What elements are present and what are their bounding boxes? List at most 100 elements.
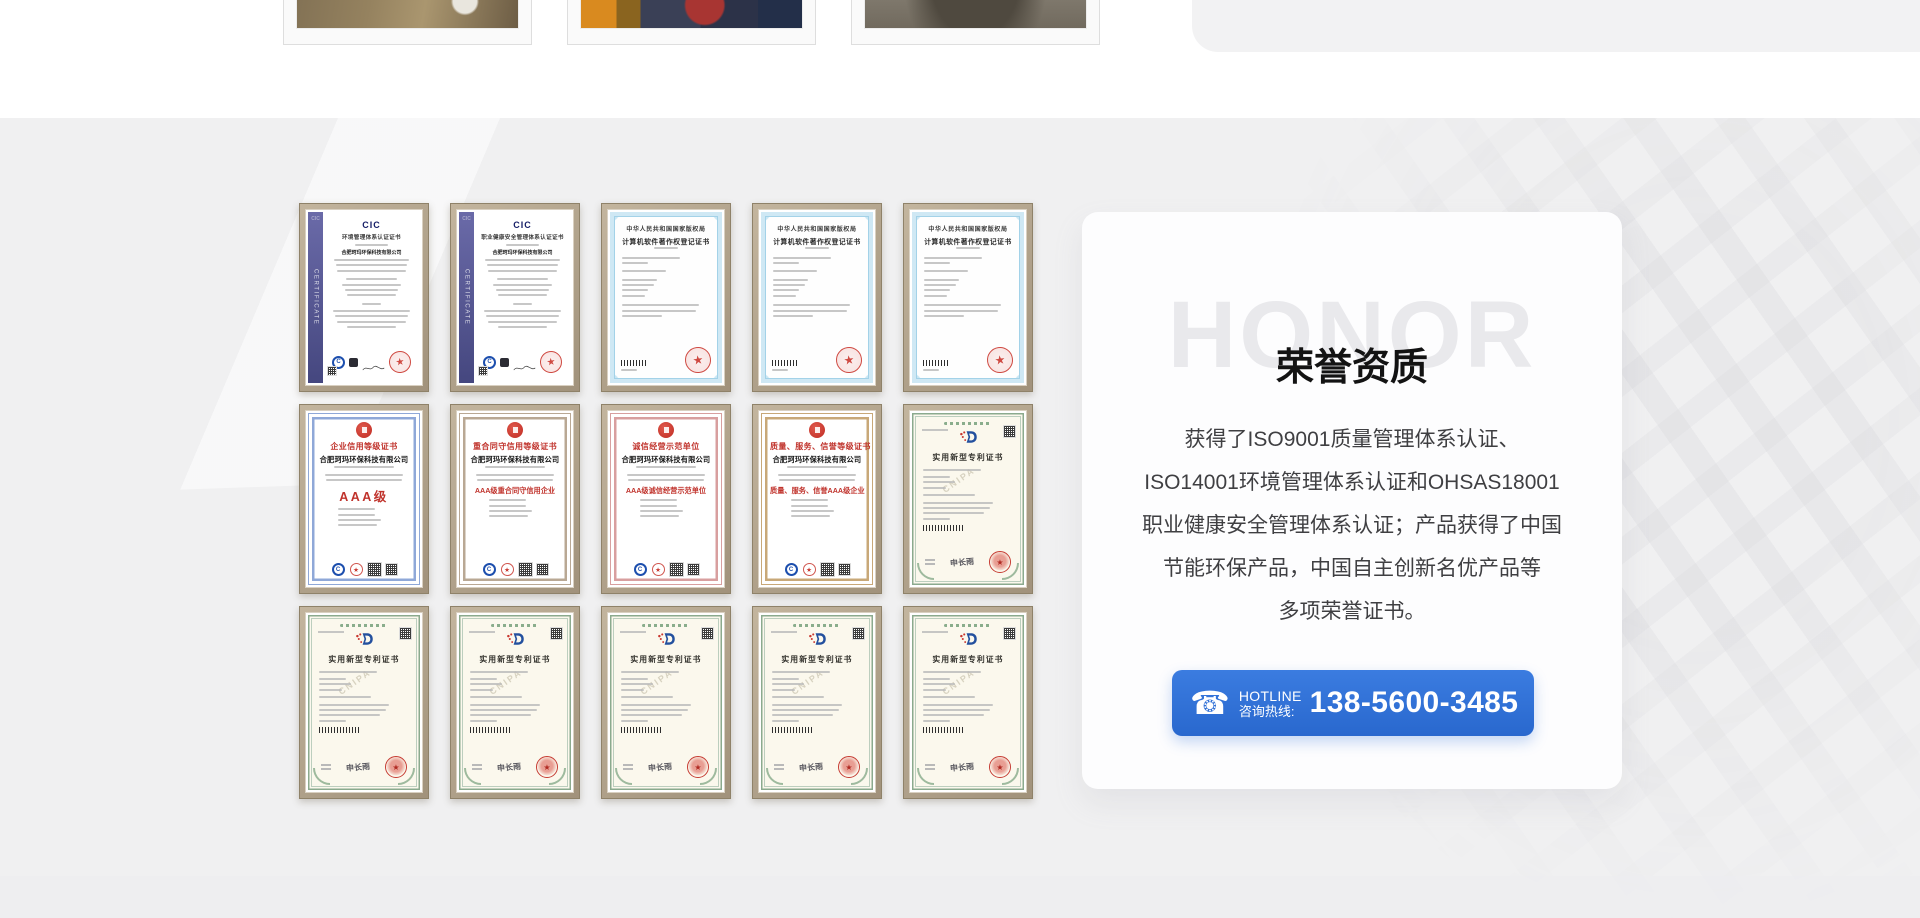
barcode-icon	[923, 360, 949, 366]
certificate-title: 企业信用等级证书	[317, 441, 411, 452]
text-placeholder-line	[772, 714, 833, 716]
certificate-card-patent[interactable]: 实用新型专利证书CNIPA申长雨★	[903, 404, 1033, 594]
certificate-mat: 中华人民共和国国家版权局计算机软件著作权登记证书★	[607, 209, 725, 386]
red-stamp-icon: ★	[350, 563, 363, 576]
text-placeholder-line	[791, 515, 830, 517]
spacer	[621, 693, 711, 695]
text-placeholder-line	[923, 689, 946, 691]
red-round-seal-icon	[809, 422, 825, 438]
background-card	[1192, 0, 1920, 52]
qr-code-icon	[1004, 426, 1015, 437]
spacer	[773, 299, 861, 303]
text-placeholder-line	[355, 244, 388, 246]
certificate-mat: 实用新型专利证书CNIPA申长雨★	[607, 612, 725, 793]
certificate-card-cic[interactable]: CERTIFICATECIC职业健康安全管理体系认证证书合肥珂玛环保科技有限公司…	[450, 203, 580, 392]
qr-code-icon	[821, 563, 834, 576]
grade-text: AAA级	[317, 486, 411, 505]
grade-text: 质量、服务、信誉AAA级企业	[770, 486, 864, 496]
certificate-card-credit[interactable]: 质量、服务、信誉等级证书合肥珂玛环保科技有限公司质量、服务、信誉AAA级企业C★	[752, 404, 882, 594]
text-placeholder-line	[622, 315, 662, 317]
text-placeholder-line	[772, 369, 788, 371]
text-placeholder-line	[470, 689, 493, 691]
national-emblem-seal-icon: ★	[838, 756, 860, 778]
red-stamp-icon: ★	[803, 563, 816, 576]
text-placeholder-line	[622, 257, 680, 259]
certificate-side-band: CERTIFICATE	[459, 212, 474, 383]
top-gallery	[0, 0, 1920, 118]
issuing-authority: 中华人民共和国国家版权局	[920, 224, 1016, 233]
honor-description-line: 多项荣誉证书。	[1110, 590, 1594, 633]
text-placeholder-line	[347, 294, 395, 296]
barcode-icon	[319, 727, 359, 733]
certificate-card-copyright[interactable]: 中华人民共和国国家版权局计算机软件著作权登记证书★	[752, 203, 882, 392]
text-placeholder-line	[346, 278, 397, 280]
text-placeholder-line	[772, 696, 824, 698]
gallery-photo-card[interactable]	[567, 0, 816, 45]
qr-code-icon	[400, 628, 411, 639]
cnipa-logo-icon	[959, 430, 978, 449]
text-placeholder-line	[622, 279, 657, 281]
certificate-card-patent[interactable]: 实用新型专利证书CNIPA申长雨★	[752, 606, 882, 799]
certificate-card-credit[interactable]: 企业信用等级证书合肥珂玛环保科技有限公司AAA级C★	[299, 404, 429, 594]
certificate-card-credit[interactable]: 重合同守信用等级证书合肥珂玛环保科技有限公司AAA级重合同守信用企业C★	[450, 404, 580, 594]
text-placeholder-line	[923, 704, 993, 706]
text-placeholder-line	[319, 709, 386, 711]
certificate-title: 职业健康安全管理体系认证证书	[481, 233, 564, 241]
certificate-seal-row: C★	[770, 563, 864, 578]
gallery-photo-card[interactable]	[851, 0, 1100, 45]
certificate-card-credit[interactable]: 诚信经营示范单位合肥珂玛环保科技有限公司AAA级诚信经营示范单位C★	[601, 404, 731, 594]
barcode-icon	[772, 360, 798, 366]
text-placeholder-line	[338, 508, 376, 510]
red-round-seal-icon	[356, 422, 372, 438]
certificate-mat: 重合同守信用等级证书合肥珂玛环保科技有限公司AAA级重合同守信用企业C★	[456, 410, 574, 588]
gallery-photo-card[interactable]	[283, 0, 532, 45]
hotline-button[interactable]: ☎ HOTLINE 咨询热线: 138-5600-3485	[1172, 670, 1534, 736]
barcode-block	[923, 360, 949, 373]
text-placeholder-line	[923, 494, 975, 496]
spacer	[924, 274, 1012, 277]
text-placeholder-line	[772, 704, 842, 706]
text-placeholder-line	[470, 709, 537, 711]
text-placeholder-line	[773, 315, 813, 317]
spacer	[621, 700, 711, 702]
text-placeholder-line	[640, 515, 679, 517]
cnipa-logo-icon	[657, 632, 676, 651]
signature-row: 申长雨★	[468, 756, 562, 784]
certificate-seal-row: C★	[468, 563, 562, 578]
text-placeholder-line	[773, 295, 796, 297]
qr-code-icon	[688, 564, 699, 575]
certificate-card-cic[interactable]: CERTIFICATECIC环境管理体系认证证书合肥珂玛环保科技有限公司C★	[299, 203, 429, 392]
certificate-paper: 中华人民共和国国家版权局计算机软件著作权登记证书★	[761, 212, 873, 383]
text-placeholder-line	[924, 295, 947, 297]
cnipa-logo-icon	[808, 632, 827, 651]
text-placeholder-line	[791, 499, 829, 501]
honor-description-line: ISO14001环境管理体系认证和OHSAS18001	[1110, 461, 1594, 504]
text-placeholder-line	[772, 678, 799, 680]
certificate-mat: 质量、服务、信誉等级证书合肥珂玛环保科技有限公司质量、服务、信誉AAA级企业C★	[758, 410, 876, 588]
text-placeholder-line	[319, 714, 380, 716]
certificate-card-patent[interactable]: 实用新型专利证书CNIPA申长雨★	[450, 606, 580, 799]
certificate-card-patent[interactable]: 实用新型专利证书CNIPA申长雨★	[903, 606, 1033, 799]
text-placeholder-line	[506, 244, 539, 246]
red-stamp-icon: ★	[652, 563, 665, 576]
text-placeholder-line	[923, 512, 984, 514]
qr-code-icon	[551, 628, 562, 639]
cnipa-logo-row	[317, 632, 411, 651]
certificate-card-patent[interactable]: 实用新型专利证书CNIPA申长雨★	[299, 606, 429, 799]
certificate-title: 实用新型专利证书	[921, 654, 1015, 665]
text-placeholder-line	[923, 671, 981, 673]
certificate-title: 实用新型专利证书	[468, 654, 562, 665]
text-placeholder-line	[470, 671, 528, 673]
text-placeholder-line	[923, 696, 975, 698]
certificate-card-copyright[interactable]: 中华人民共和国国家版权局计算机软件著作权登记证书★	[903, 203, 1033, 392]
text-placeholder-line	[791, 505, 829, 507]
certificate-paper: 中华人民共和国国家版权局计算机软件著作权登记证书★	[912, 212, 1024, 383]
text-placeholder-line	[923, 709, 990, 711]
spacer	[773, 274, 861, 277]
certificate-paper: 实用新型专利证书CNIPA申长雨★	[761, 615, 873, 790]
text-placeholder-line	[470, 704, 540, 706]
text-placeholder-line	[470, 714, 531, 716]
text-placeholder-line	[621, 369, 637, 371]
certificate-card-patent[interactable]: 实用新型专利证书CNIPA申长雨★	[601, 606, 731, 799]
certificate-card-copyright[interactable]: 中华人民共和国国家版权局计算机软件著作权登记证书★	[601, 203, 731, 392]
